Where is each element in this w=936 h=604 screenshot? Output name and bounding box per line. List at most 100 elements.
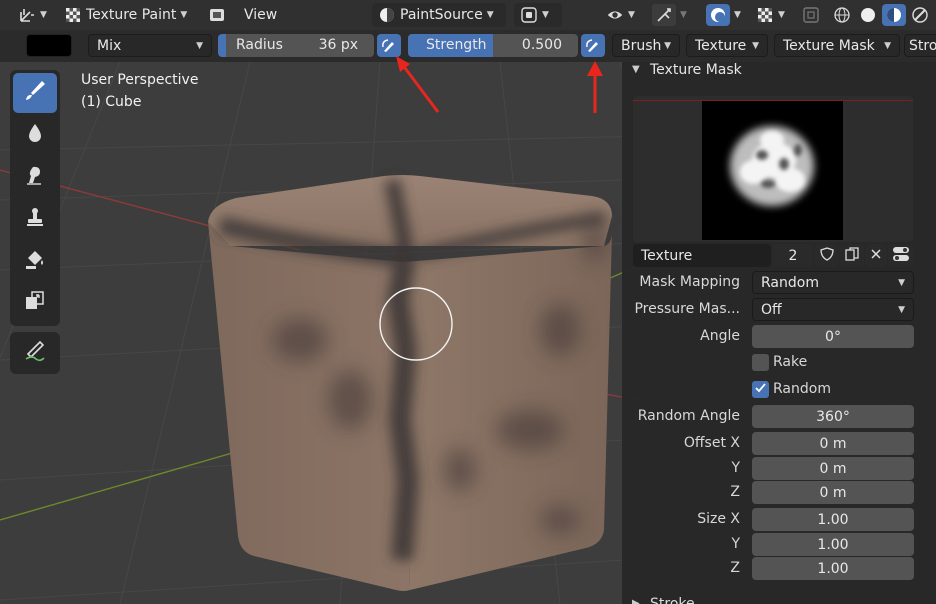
rake-checkbox[interactable] [752,354,769,371]
chevron-down-icon: ▼ [664,40,671,51]
chevron-down-icon: ▼ [884,40,891,51]
preview-accent-line [633,100,913,101]
brush-color-swatch[interactable] [26,34,72,57]
rendered-shading-icon[interactable] [908,4,932,26]
chevron-down-icon: ▼ [628,10,635,20]
offset-y-field[interactable]: 0 m [752,457,914,480]
view-menu[interactable]: View [238,3,284,27]
stamp-icon [23,205,47,233]
close-icon [869,247,883,265]
paint-source-label: PaintSource [400,7,483,23]
annotate-pen-icon [22,338,48,368]
texture-mask-menu-label: Texture Mask [783,37,875,54]
blend-mode-dropdown[interactable]: Mix ▼ [88,34,212,57]
annotate-tool[interactable] [13,333,57,373]
size-y-field[interactable]: 1.00 [752,533,914,556]
pressure-mask-dropdown[interactable]: Off ▼ [752,298,914,321]
fake-user-button[interactable] [815,244,839,267]
texture-menu-label: Texture [695,37,747,54]
texture-preview [633,96,913,242]
pressure-mask-value: Off [761,301,782,318]
pen-pressure-icon [584,37,602,55]
blend-mode-label: Mix [97,37,122,54]
xray-icon [802,6,820,24]
chevron-down-icon: ▼ [180,10,188,20]
gizmo-icon [652,4,676,26]
brush-menu[interactable]: Brush ▼ [612,34,680,57]
xray-toggle[interactable] [796,3,824,27]
gizmo-toggle[interactable]: ▼ [646,3,694,27]
texture-menu[interactable]: Texture ▼ [686,34,768,57]
soften-tool[interactable] [13,115,57,155]
visibility-menu[interactable]: ▼ [600,3,642,27]
draw-tool[interactable] [13,73,57,113]
offset-y-label: Y [731,460,740,476]
chevron-down-icon: ▼ [196,40,203,51]
mask-tool[interactable] [13,283,57,323]
fill-tool[interactable] [13,241,57,281]
radius-slider[interactable]: Radius 36 px [218,34,374,57]
droplet-icon [23,121,47,149]
unlink-texture-button[interactable] [865,244,887,267]
size-z-label: Z [730,560,740,576]
paint-source-selector[interactable]: PaintSource ▼ [372,3,506,27]
chevron-right-icon: ▶ [632,598,640,604]
texture-user-count[interactable]: 2 [773,244,813,267]
wireframe-shading-icon[interactable] [830,4,854,26]
texture-mask-menu[interactable]: Texture Mask ▼ [774,34,900,57]
strength-pressure-button[interactable] [581,34,605,57]
duplicate-icon [844,246,860,266]
offset-z-field[interactable]: 0 m [752,481,914,504]
random-label: Random [773,381,831,397]
toolbar-shelf [10,70,60,326]
brush-menu-label: Brush [621,37,662,54]
chevron-down-icon: ▼ [898,277,905,288]
clone-tool[interactable] [13,199,57,239]
smear-tool[interactable] [13,157,57,197]
texture-mask-image [702,100,843,240]
mask-layers-icon [23,289,47,317]
duplicate-texture-button[interactable] [840,244,864,267]
chevron-down-icon: ▼ [734,10,741,20]
checker-icon [64,6,82,24]
material-shading-icon[interactable] [882,4,906,26]
mask-mapping-dropdown[interactable]: Random ▼ [752,271,914,294]
texture-name-field[interactable]: Texture [633,244,771,267]
mode-selector[interactable]: Texture Paint ▼ [58,3,200,27]
texture-settings-button[interactable] [888,244,913,267]
offset-x-field[interactable]: 0 m [752,432,914,455]
texture-overlay-toggle[interactable]: ▼ [750,3,792,27]
offset-z-label: Z [730,484,740,500]
rake-label: Rake [773,354,808,370]
random-checkbox[interactable] [752,381,769,398]
overlays-toggle[interactable]: ▼ [700,3,748,27]
sphere-icon [378,6,396,24]
size-x-field[interactable]: 1.00 [752,508,914,531]
strength-slider[interactable]: Strength 0.500 [408,34,578,57]
checker-icon [756,6,774,24]
chevron-down-icon: ▼ [778,10,785,20]
chevron-down-icon: ▼ [542,10,549,20]
paint-mask-selector[interactable]: ▼ [514,3,562,27]
axes-icon [18,6,36,24]
radius-pressure-button[interactable] [377,34,401,57]
cube-object [208,175,612,591]
mask-mapping-label: Mask Mapping [639,274,740,290]
angle-field[interactable]: 0° [752,325,914,348]
size-z-field[interactable]: 1.00 [752,557,914,580]
viewport-header: ▼ Texture Paint ▼ View PaintSource ▼ ▼ ▼… [0,0,936,30]
panel-title[interactable]: Texture Mask [650,62,742,78]
editor-type-menu[interactable]: ▼ [12,3,52,27]
random-angle-field[interactable]: 360° [752,405,914,428]
pressure-mask-label: Pressure Mas... [634,301,740,317]
stroke-menu[interactable]: Stro [904,34,936,57]
chevron-down-icon[interactable]: ▼ [632,64,640,75]
toggle-xray-button[interactable] [202,3,232,27]
eye-icon [606,6,624,24]
solid-shading-icon[interactable] [856,4,880,26]
radius-label: Radius [236,37,283,53]
smear-icon [23,163,47,191]
mask-mapping-value: Random [761,274,819,291]
stroke-section-partial[interactable]: Stroke ▶ [622,592,936,604]
stroke-menu-label: Stro [909,37,936,54]
